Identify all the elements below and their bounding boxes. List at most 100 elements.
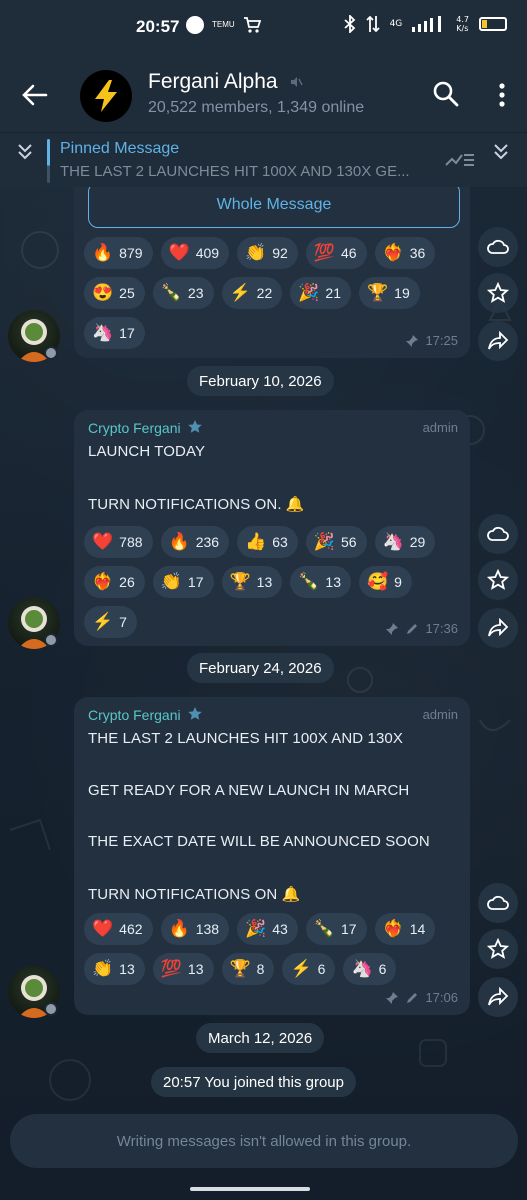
pin-icon	[386, 991, 399, 1004]
pin-icon	[386, 622, 399, 635]
star-badge-icon	[188, 707, 203, 720]
chevrons-down-icon-right[interactable]	[490, 141, 512, 163]
whole-message-button[interactable]: Whole Message	[88, 182, 460, 228]
reaction-chip[interactable]: 🍾 23	[152, 277, 214, 309]
reaction-chip[interactable]: 🦄 6	[343, 953, 397, 985]
reaction-count: 6	[317, 961, 326, 977]
message-bubble[interactable]: Crypto Fergani admin THE LAST 2 LAUNCHES…	[74, 697, 470, 1015]
reaction-chip[interactable]: ⚡ 22	[221, 277, 283, 309]
input-disabled-bar: Writing messages isn't allowed in this g…	[10, 1114, 518, 1168]
chat-title[interactable]: Fergani Alpha	[148, 70, 304, 94]
reaction-chip[interactable]: ⚡ 6	[282, 953, 336, 985]
reaction-chip[interactable]: 🦄 17	[84, 317, 145, 349]
reaction-count: 13	[325, 574, 341, 590]
reaction-chip[interactable]: 👏 92	[237, 237, 298, 269]
reaction-chip[interactable]: 💯 13	[152, 953, 214, 985]
reaction-chip[interactable]: 🏆 13	[221, 566, 283, 598]
reaction-chip[interactable]: 💯 46	[305, 237, 367, 269]
reaction-count: 36	[409, 245, 426, 261]
reaction-chip[interactable]: 🔥 879	[84, 237, 153, 269]
reaction-emoji: 💯	[160, 959, 182, 978]
sender-name[interactable]: Crypto Fergani	[88, 419, 203, 436]
cloud-button[interactable]	[478, 883, 518, 923]
reaction-count: 9	[394, 574, 402, 590]
pinned-message-bar[interactable]: Pinned Message THE LAST 2 LAUNCHES HIT 1…	[0, 132, 527, 187]
reaction-emoji: 🔥	[168, 532, 190, 551]
reaction-chip[interactable]: 🎉 21	[290, 277, 351, 309]
reaction-chip[interactable]: 🍾 17	[305, 913, 367, 945]
reaction-chip[interactable]: 🏆 19	[359, 277, 420, 309]
reaction-chip[interactable]: ⚡ 7	[84, 606, 137, 638]
battery-icon	[479, 17, 507, 31]
star-icon	[487, 282, 509, 303]
reaction-chip[interactable]: 👏 17	[152, 566, 214, 598]
message-bubble[interactable]: Whole Message 🔥 879 ❤️ 409 👏 92 💯 46 ❤️‍🔥 36 😍 25 🍾 2…	[74, 182, 470, 358]
favorite-button[interactable]	[478, 929, 518, 969]
share-button[interactable]	[478, 608, 518, 648]
reaction-chip[interactable]: ❤️ 788	[84, 526, 153, 558]
reaction-chip[interactable]: 😍 25	[84, 277, 145, 309]
channel-avatar[interactable]	[80, 70, 132, 122]
pinned-list-icon[interactable]	[442, 147, 476, 173]
reaction-count: 23	[187, 285, 204, 301]
reaction-emoji: ❤️‍🔥	[382, 919, 404, 938]
reaction-chip[interactable]: 🎉 43	[237, 913, 298, 945]
admin-tag: admin	[422, 420, 458, 435]
reaction-count: 879	[119, 245, 143, 261]
reaction-chip[interactable]: ❤️‍🔥 26	[84, 566, 145, 598]
favorite-button[interactable]	[478, 560, 518, 600]
reaction-emoji: 👏	[245, 243, 267, 262]
date-chip: March 12, 2026	[196, 1023, 325, 1053]
message-bubble[interactable]: Crypto Fergani admin LAUNCH TODAY TURN N…	[74, 410, 470, 646]
network-type: 4G	[389, 19, 403, 29]
reaction-emoji: 🎉	[298, 283, 320, 302]
reaction-chip[interactable]: 🦄 29	[374, 526, 436, 558]
reaction-count: 409	[195, 245, 220, 261]
reaction-count: 138	[195, 921, 220, 937]
share-icon	[488, 618, 509, 637]
reaction-emoji: ❤️	[92, 532, 114, 551]
joined-service-message: 20:57 You joined this group	[151, 1067, 356, 1097]
reaction-count: 13	[119, 961, 135, 977]
reaction-chip[interactable]: ❤️‍🔥 36	[374, 237, 436, 269]
reaction-chip[interactable]: 🏆 8	[221, 953, 275, 985]
reaction-chip[interactable]: 🥰 9	[359, 566, 412, 598]
favorite-button[interactable]	[478, 273, 518, 313]
home-indicator[interactable]	[190, 1187, 310, 1191]
more-vertical-icon	[499, 83, 505, 107]
reaction-emoji: ⚡	[229, 283, 251, 302]
reaction-count: 462	[119, 921, 143, 937]
share-icon	[488, 331, 509, 350]
search-button[interactable]	[432, 80, 460, 108]
share-button[interactable]	[478, 321, 518, 361]
reaction-emoji: 👏	[92, 959, 114, 978]
data-arrows-icon	[365, 15, 380, 33]
reaction-chip[interactable]: 🔥 236	[160, 526, 230, 558]
chevrons-down-icon[interactable]	[14, 141, 36, 163]
back-button[interactable]	[20, 80, 50, 110]
reaction-count: 92	[272, 245, 288, 261]
reaction-chip[interactable]: ❤️ 409	[160, 237, 230, 269]
sender-name[interactable]: Crypto Fergani	[88, 706, 203, 723]
reaction-chip[interactable]: ❤️‍🔥 14	[374, 913, 436, 945]
lightning-icon	[95, 80, 117, 112]
reaction-chip[interactable]: 🎉 56	[305, 526, 367, 558]
chat-header: Fergani Alpha 20,522 members, 1,349 onli…	[0, 56, 527, 132]
message-meta: 17:25	[405, 333, 458, 348]
cloud-button[interactable]	[478, 514, 518, 554]
reaction-chip[interactable]: 🍾 13	[290, 566, 351, 598]
reaction-chip[interactable]: ❤️ 462	[84, 913, 153, 945]
reaction-chip[interactable]: 👏 13	[84, 953, 145, 985]
reaction-emoji: ❤️‍🔥	[382, 243, 404, 262]
message-text-line: GET READY FOR A NEW LAUNCH IN MARCH	[88, 782, 410, 799]
reaction-chip[interactable]: 👍 63	[237, 526, 298, 558]
more-options-button[interactable]	[492, 80, 512, 110]
share-button[interactable]	[478, 977, 518, 1017]
reaction-chip[interactable]: 🔥 138	[160, 913, 230, 945]
reaction-count: 29	[409, 534, 426, 550]
signal-icon	[412, 16, 442, 32]
reaction-count: 21	[325, 285, 341, 301]
cloud-button[interactable]	[478, 227, 518, 267]
reaction-count: 25	[119, 285, 135, 301]
search-icon	[433, 81, 459, 107]
